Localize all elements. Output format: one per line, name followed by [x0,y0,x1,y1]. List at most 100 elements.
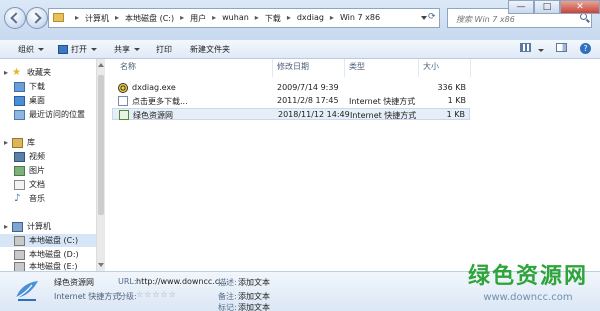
new-folder-button[interactable]: 新建文件夹 [190,44,230,55]
nav-drive-e-label: 本地磁盘 (E:) [29,262,78,271]
nav-favorites-label: 收藏夹 [27,68,51,77]
navigation-bar: ▸ 计算机 ▸ 本地磁盘 (C:) ▸ 用户 ▸ wuhan ▸ 下载 ▸ dx… [0,0,600,40]
file-name: 点击更多下载... [132,97,188,106]
preview-pane-button[interactable] [556,43,567,54]
new-folder-label: 新建文件夹 [190,45,230,54]
rating-label: 分级: [118,292,137,301]
nav-recent-label: 最近访问的位置 [29,110,85,119]
drive-icon [14,235,25,246]
help-button[interactable]: ? [580,43,591,54]
breadcrumb-win7x86[interactable]: Win 7 x86 [340,13,380,24]
table-row[interactable]: 绿色资源网 2018/11/12 14:49 Internet 快捷方式 1 K… [112,108,470,120]
breadcrumb-users[interactable]: 用户 [190,13,206,24]
file-type: Internet 快捷方式 [349,97,416,106]
address-bar[interactable]: ▸ 计算机 ▸ 本地磁盘 (C:) ▸ 用户 ▸ wuhan ▸ 下载 ▸ dx… [48,8,440,28]
column-header-date[interactable]: 修改日期 [277,61,309,77]
watermark-url: www.downcc.com [483,292,573,303]
nav-pictures-label: 图片 [29,166,45,175]
expand-arrow-icon: ▸ [4,68,9,77]
explorer-window: ▸ 计算机 ▸ 本地磁盘 (C:) ▸ 用户 ▸ wuhan ▸ 下载 ▸ dx… [0,0,600,311]
computer-icon [12,221,23,232]
rating-stars[interactable]: ☆☆☆☆☆ [136,290,177,299]
url-value[interactable]: http://www.downcc.c... [136,277,227,286]
share-menu[interactable]: 共享 [114,44,140,55]
internet-shortcut-icon [118,96,128,106]
pictures-icon [14,165,25,176]
chevron-right-icon: ▸ [286,13,291,22]
chevron-down-icon [537,49,544,52]
nav-music-label: 音乐 [29,194,45,203]
nav-libraries[interactable]: ▸ 库 [4,136,100,149]
file-size: 1 KB [446,110,465,119]
chevron-down-icon [134,48,140,51]
file-size: 1 KB [447,96,466,105]
organize-label: 组织 [18,45,34,54]
nav-drive-c-label: 本地磁盘 (C:) [29,236,79,245]
description-value[interactable]: 添加文本 [238,277,270,288]
print-button[interactable]: 打印 [156,44,172,55]
maximize-button[interactable]: □ [534,0,560,14]
column-header-name[interactable]: 名称 [120,61,136,77]
table-row[interactable]: dxdiag.exe 2009/7/14 9:39 336 KB [112,82,470,94]
file-date: 2009/7/14 9:39 [277,83,339,92]
file-name: 绿色资源网 [133,111,173,120]
column-divider[interactable] [272,59,273,77]
nav-drive-c[interactable]: 本地磁盘 (C:) [0,234,96,247]
nav-favorites[interactable]: ▸ ★ 收藏夹 [4,66,100,79]
tags-value[interactable]: 添加文本 [238,302,270,311]
breadcrumb-dxdiag[interactable]: dxdiag [297,13,324,24]
drive-icon [14,262,25,271]
window-controls: — □ ✕ [508,0,600,14]
command-bar: 组织 打开 共享 打印 新建文件夹 ? [0,40,600,59]
column-header-size[interactable]: 大小 [423,61,439,77]
nav-computer[interactable]: ▸ 计算机 [4,220,100,233]
file-name: dxdiag.exe [132,83,176,92]
libraries-icon [12,137,23,148]
file-size: 336 KB [437,83,466,92]
view-icon [520,43,531,52]
open-menu[interactable]: 打开 [58,44,97,55]
breadcrumb-drive-c[interactable]: 本地磁盘 (C:) [125,13,174,24]
column-header-type[interactable]: 类型 [349,61,365,77]
minimize-button[interactable]: — [508,0,534,14]
nav-desktop-label: 桌面 [29,96,45,105]
details-file-type: Internet 快捷方式 [54,292,121,301]
breadcrumb-wuhan[interactable]: wuhan [222,13,249,24]
share-label: 共享 [114,45,130,54]
expand-arrow-icon: ▸ [4,222,9,231]
back-button[interactable] [4,7,26,29]
chevron-down-icon [38,48,44,51]
scroll-down-icon[interactable] [98,263,104,267]
content-area: ▸ ★ 收藏夹 下载 桌面 最近访问的位置 ▸ 库 视频 图片 文档 ♪ 音乐 … [0,59,600,271]
breadcrumb: ▸ 计算机 ▸ 本地磁盘 (C:) ▸ 用户 ▸ wuhan ▸ 下载 ▸ dx… [69,13,380,24]
scroll-up-icon[interactable] [98,63,104,67]
comment-label: 备注: [218,292,237,301]
address-dropdown-icon[interactable] [421,16,427,20]
downloads-folder-icon [14,81,25,92]
view-options-button[interactable] [520,43,544,54]
column-divider[interactable] [418,59,419,77]
internet-shortcut-icon [119,110,129,120]
search-icon[interactable] [580,13,587,20]
open-icon [58,45,68,54]
dxdiag-exe-icon [118,83,128,93]
nav-downloads-label: 下载 [29,82,45,91]
forward-button[interactable] [26,7,48,29]
column-divider[interactable] [470,59,471,77]
open-label: 打开 [71,45,87,54]
column-divider[interactable] [344,59,345,77]
file-list: 名称 修改日期 类型 大小 dxdiag.exe 2009/7/14 9:39 … [106,59,600,271]
scrollbar-thumb[interactable] [98,75,104,215]
organize-menu[interactable]: 组织 [18,44,44,55]
table-row[interactable]: 点击更多下载... 2011/2/8 17:45 Internet 快捷方式 1… [112,95,470,107]
navigation-scrollbar[interactable] [96,59,105,271]
breadcrumb-downloads[interactable]: 下载 [265,13,281,24]
refresh-icon[interactable]: ⟳ [428,12,438,24]
breadcrumb-computer[interactable]: 计算机 [85,13,109,24]
close-button[interactable]: ✕ [560,0,600,14]
documents-icon [14,179,25,190]
comment-value[interactable]: 添加文本 [238,291,270,302]
tags-label: 标记: [218,303,237,311]
chevron-right-icon: ▸ [212,13,217,22]
star-icon: ★ [12,66,21,78]
